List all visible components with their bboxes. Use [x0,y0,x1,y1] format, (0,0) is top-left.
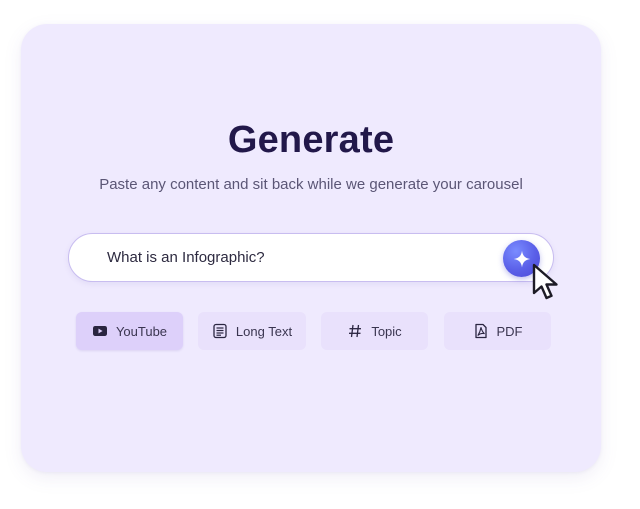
mouse-cursor-icon [532,263,558,300]
source-chip-youtube[interactable]: YouTube [76,312,183,350]
source-chip-pdf[interactable]: PDF [444,312,551,350]
page-subtitle: Paste any content and sit back while we … [99,176,523,193]
source-type-selector: YouTube Long Text Topic PDF [76,312,556,350]
youtube-icon [92,323,108,339]
document-lines-icon [212,323,228,339]
source-chip-label: PDF [496,323,523,339]
source-chip-label: YouTube [115,323,168,339]
source-chip-label: Long Text [235,323,293,339]
page-title: Generate [227,119,395,161]
search-bar [68,233,554,282]
source-chip-long-text[interactable]: Long Text [198,312,306,350]
content-input[interactable] [107,234,487,281]
page: Generate Paste any content and sit back … [0,0,640,509]
generate-card: Generate Paste any content and sit back … [21,24,601,472]
sparkle-icon [513,250,530,267]
pdf-icon [473,323,489,339]
hash-icon [347,323,363,339]
source-chip-label: Topic [371,323,402,339]
source-chip-topic[interactable]: Topic [321,312,428,350]
